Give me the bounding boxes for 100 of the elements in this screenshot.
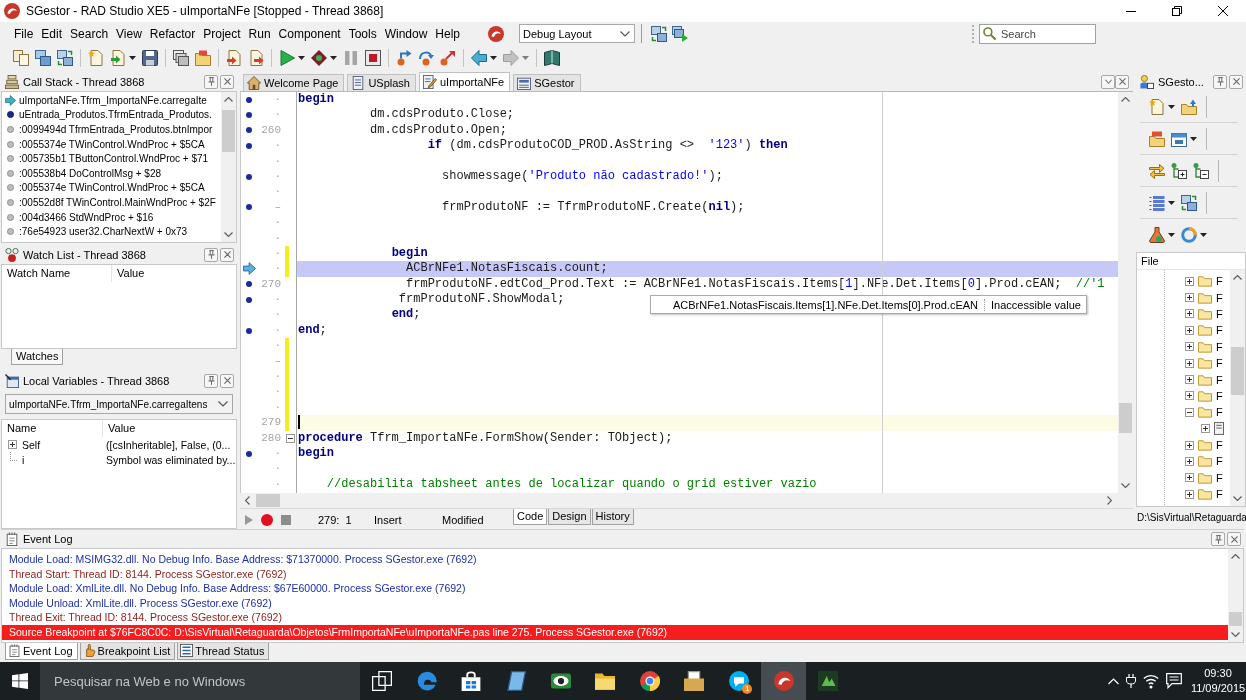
wifi-icon[interactable]	[1143, 673, 1159, 689]
close-button[interactable]	[220, 373, 234, 388]
pin-button[interactable]	[204, 74, 218, 89]
menu-item[interactable]: Search	[66, 24, 113, 43]
pages-icon[interactable]	[13, 49, 29, 66]
expand-icon[interactable]	[1185, 473, 1194, 483]
tab[interactable]: Design	[548, 509, 591, 525]
expand-icon[interactable]	[1185, 375, 1194, 385]
scrollbar-thumb[interactable]	[1119, 403, 1132, 433]
caret-icon[interactable]	[129, 55, 136, 60]
folder-icon[interactable]	[1181, 98, 1197, 115]
expand-icon[interactable]	[1185, 325, 1194, 335]
chevron-up-icon[interactable]	[224, 97, 233, 102]
new-file-icon[interactable]	[88, 49, 104, 66]
scrollbar-thumb[interactable]	[1229, 612, 1242, 626]
call-stack-frame[interactable]: :00552d8f TWinControl.MainWndProc + $2F	[19, 196, 216, 208]
call-stack-frame[interactable]: :76e54923 user32.CharNextW + 0x73	[19, 226, 188, 238]
expand-icon[interactable]	[1185, 489, 1194, 499]
folder-icon[interactable]	[1149, 130, 1165, 147]
menu-item[interactable]: Component	[274, 24, 345, 43]
clock-time[interactable]: 09:30	[1204, 666, 1232, 681]
expand-icon[interactable]	[1185, 293, 1194, 303]
tab[interactable]: Breakpoint List	[79, 643, 176, 660]
chevron-down-icon[interactable]	[1233, 496, 1242, 501]
tab[interactable]: Event Log	[5, 643, 78, 660]
dot-arrow-icon[interactable]	[418, 49, 434, 66]
expand-icon[interactable]	[7, 440, 17, 449]
scrollbar-thumb[interactable]	[222, 110, 235, 152]
play-icon[interactable]	[279, 49, 295, 66]
scrollbar[interactable]	[221, 92, 236, 242]
windows-arrows-icon[interactable]	[1181, 194, 1197, 211]
close-button[interactable]	[220, 247, 234, 262]
chevron-down-icon[interactable]	[1231, 632, 1240, 637]
list-icon[interactable]	[1149, 194, 1165, 211]
tree-item[interactable]: F	[1216, 373, 1223, 386]
scrollbar[interactable]	[1118, 92, 1133, 493]
windows-arrows-icon[interactable]	[651, 25, 668, 42]
call-stack-frame[interactable]: :005735b1 TButtonControl.WndProc + $71	[19, 153, 209, 165]
expand-icon[interactable]	[1185, 276, 1194, 286]
plug-icon[interactable]	[1126, 674, 1136, 688]
layout-dropdown[interactable]: Debug Layout	[519, 24, 636, 43]
menu-item[interactable]: View	[112, 24, 146, 43]
calendar-icon[interactable]	[1171, 130, 1187, 147]
tree-item[interactable]: F	[1216, 471, 1223, 484]
stacked-windows-icon[interactable]	[173, 49, 189, 66]
tree-item[interactable]: F	[1216, 307, 1223, 320]
menu-item[interactable]: Window	[380, 24, 432, 43]
pin-button[interactable]	[1213, 74, 1227, 89]
menu-item[interactable]: Tools	[344, 24, 381, 43]
caret-icon[interactable]	[1168, 232, 1175, 237]
menu-item[interactable]: Help	[431, 24, 465, 43]
log-entry[interactable]: Thread Exit: Thread ID: 8144. Process SGestor.exe (7692)	[2, 610, 1228, 625]
log-entry[interactable]: Module Load: MSIMG32.dll. No Debug Info. Base Address: $71370000. Process SGestor.exe (7692)	[2, 552, 1228, 567]
tab[interactable]: Watches	[11, 349, 64, 365]
chevron-left-icon[interactable]	[245, 496, 250, 505]
menu-item[interactable]: File	[10, 24, 38, 43]
menu-item[interactable]: Edit	[37, 24, 67, 43]
expand-icon[interactable]	[1185, 309, 1194, 319]
dot-arrow-icon[interactable]	[396, 49, 412, 66]
call-stack-frame[interactable]: :0099494d TfrmEntrada_Produtos.btnImpor	[19, 124, 213, 135]
windows-arrows-icon[interactable]	[57, 49, 73, 66]
tree-minus-icon[interactable]	[1193, 162, 1209, 179]
scrollbar-thumb[interactable]	[1231, 347, 1244, 395]
document-arrow-icon[interactable]	[110, 49, 126, 66]
scrollbar[interactable]	[1230, 270, 1245, 506]
tree-item[interactable]: F	[1216, 340, 1223, 353]
book-icon[interactable]	[544, 49, 560, 66]
flask-icon[interactable]	[1149, 226, 1165, 243]
log-entry[interactable]: Module Unload: XmlLite.dll. Process SGestor.exe (7692)	[2, 595, 1228, 611]
diamond-icon[interactable]	[311, 49, 327, 66]
expand-icon[interactable]	[1185, 358, 1194, 368]
tab[interactable]: History	[591, 509, 634, 525]
log-entry[interactable]: Thread Start: Thread ID: 8144. Process SGestor.exe (7692)	[2, 566, 1228, 582]
chevron-down-icon[interactable]	[1121, 483, 1130, 488]
tree-item[interactable]: F	[1216, 406, 1223, 419]
pin-button[interactable]	[204, 373, 218, 388]
close-button[interactable]	[1227, 532, 1241, 546]
chevron-up-icon[interactable]	[1233, 275, 1242, 280]
close-button[interactable]	[1229, 74, 1243, 89]
chevron-down-icon[interactable]	[224, 232, 233, 237]
caret-icon[interactable]	[1200, 232, 1207, 237]
arrows-icon[interactable]	[1149, 162, 1165, 179]
menu-item[interactable]: Run	[244, 24, 275, 43]
caret-icon[interactable]	[1168, 104, 1175, 109]
log-entry[interactable]: Module Load: XmlLite.dll. No Debug Info. Base Address: $67E60000. Process SGestor.exe (7692)	[2, 581, 1228, 596]
call-stack-frame[interactable]: :005538b4 DoControlMsg + $28	[19, 167, 162, 179]
close-button[interactable]	[1115, 74, 1129, 89]
caret-icon[interactable]	[330, 55, 337, 60]
expand-icon[interactable]	[1185, 457, 1194, 466]
collapse-icon[interactable]	[286, 433, 295, 443]
tab[interactable]: Welcome Page	[243, 74, 345, 91]
tree-item[interactable]: F	[1216, 455, 1223, 468]
expand-icon[interactable]	[1185, 342, 1194, 352]
chevron-up-icon[interactable]	[1231, 554, 1240, 559]
pin-button[interactable]	[1211, 532, 1225, 546]
tree-item[interactable]: F	[1216, 488, 1223, 501]
scope-dropdown[interactable]: uImportaNFe.Tfrm_ImportaNFe.carregaItens	[5, 394, 233, 414]
close-button[interactable]	[220, 74, 234, 89]
caret-icon[interactable]	[298, 55, 305, 60]
chevron-up-icon[interactable]	[1121, 97, 1130, 102]
